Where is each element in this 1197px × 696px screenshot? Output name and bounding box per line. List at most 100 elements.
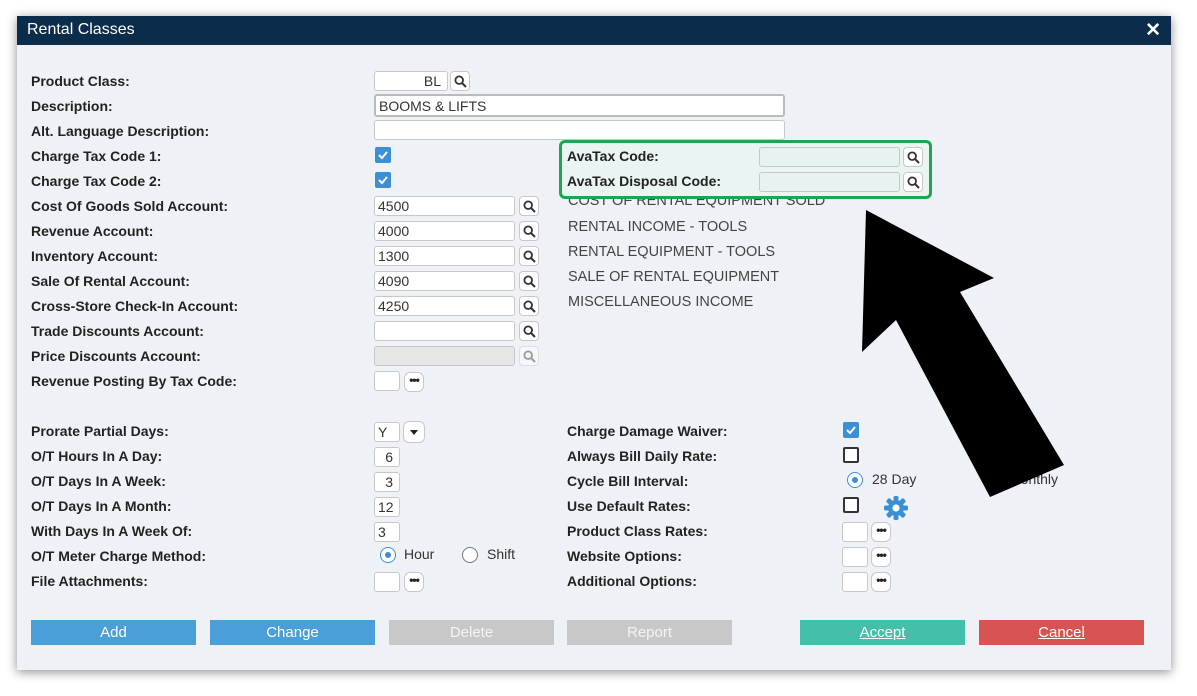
alt-language-description-input[interactable] bbox=[374, 120, 785, 140]
accept-button[interactable]: Accept bbox=[800, 620, 965, 645]
magnifier-icon bbox=[454, 75, 467, 88]
ellipsis-icon: ••• bbox=[876, 548, 887, 562]
magnifier-icon bbox=[523, 300, 536, 313]
product-class-rates-input[interactable] bbox=[842, 522, 868, 542]
label-ot-meter-charge-method: O/T Meter Charge Method: bbox=[31, 548, 207, 564]
label-avatax-disposal-code: AvaTax Disposal Code: bbox=[567, 173, 722, 189]
cycle-monthly-radio[interactable] bbox=[987, 472, 1003, 488]
charge-tax-code-2-checkbox[interactable] bbox=[375, 172, 391, 188]
product-class-input[interactable]: BL bbox=[374, 71, 448, 91]
price-discounts-account-input bbox=[374, 346, 515, 366]
prorate-partial-days-input[interactable]: Y bbox=[374, 422, 400, 442]
label-product-class-rates: Product Class Rates: bbox=[567, 523, 708, 539]
label-sale-of-rental-account: Sale Of Rental Account: bbox=[31, 273, 190, 289]
title-bar: Rental Classes ✕ bbox=[17, 16, 1171, 45]
label-use-default-rates: Use Default Rates: bbox=[567, 498, 691, 514]
magnifier-icon bbox=[523, 275, 536, 288]
meter-hour-radio[interactable] bbox=[380, 547, 396, 563]
always-bill-daily-rate-checkbox[interactable] bbox=[843, 447, 859, 463]
label-website-options: Website Options: bbox=[567, 548, 682, 564]
ot-days-in-a-week-input[interactable]: 3 bbox=[374, 472, 400, 492]
charge-damage-waiver-checkbox[interactable] bbox=[843, 422, 859, 438]
label-alt-language-description: Alt. Language Description: bbox=[31, 123, 210, 139]
label-revenue-account: Revenue Account: bbox=[31, 223, 154, 239]
label-avatax-code: AvaTax Code: bbox=[567, 148, 659, 164]
website-options-input[interactable] bbox=[842, 547, 868, 567]
avatax-code-search-button[interactable] bbox=[903, 147, 923, 167]
sale-of-rental-account-search-button[interactable] bbox=[519, 271, 539, 291]
revenue-account-name: RENTAL INCOME - TOOLS bbox=[568, 219, 748, 235]
magnifier-icon bbox=[523, 200, 536, 213]
label-charge-damage-waiver: Charge Damage Waiver: bbox=[567, 423, 728, 439]
ellipsis-icon: ••• bbox=[409, 573, 420, 587]
label-product-class: Product Class: bbox=[31, 73, 130, 89]
avatax-disposal-code-search-button[interactable] bbox=[903, 172, 923, 192]
cancel-button[interactable]: Cancel bbox=[979, 620, 1144, 645]
sale-of-rental-account-name: SALE OF RENTAL EQUIPMENT bbox=[568, 269, 780, 285]
label-ot-hours-in-a-day: O/T Hours In A Day: bbox=[31, 448, 163, 464]
revenue-account-search-button[interactable] bbox=[519, 221, 539, 241]
cross-store-checkin-account-search-button[interactable] bbox=[519, 296, 539, 316]
checkmark-icon bbox=[378, 176, 388, 185]
prorate-partial-days-dropdown[interactable] bbox=[403, 421, 425, 443]
label-always-bill-daily-rate: Always Bill Daily Rate: bbox=[567, 448, 718, 464]
avatax-disposal-code-input[interactable] bbox=[759, 172, 900, 192]
description-input[interactable]: BOOMS & LIFTS bbox=[374, 94, 785, 117]
label-prorate-partial-days: Prorate Partial Days: bbox=[31, 423, 169, 439]
product-class-rates-more-button[interactable]: ••• bbox=[871, 522, 891, 542]
ellipsis-icon: ••• bbox=[409, 373, 420, 387]
magnifier-icon bbox=[523, 250, 536, 263]
magnifier-icon bbox=[523, 350, 536, 363]
additional-options-more-button[interactable]: ••• bbox=[871, 572, 891, 592]
magnifier-icon bbox=[523, 225, 536, 238]
label-revenue-posting-by-tax-code: Revenue Posting By Tax Code: bbox=[31, 373, 237, 389]
label-cogs-account: Cost Of Goods Sold Account: bbox=[31, 198, 229, 214]
close-icon[interactable]: ✕ bbox=[1145, 19, 1161, 42]
trade-discounts-account-search-button[interactable] bbox=[519, 321, 539, 341]
sale-of-rental-account-input[interactable]: 4090 bbox=[374, 271, 515, 291]
cycle-monthly-label: Monthly bbox=[1009, 471, 1059, 487]
inventory-account-name: RENTAL EQUIPMENT - TOOLS bbox=[568, 244, 776, 260]
with-days-in-a-week-of-input[interactable]: 3 bbox=[374, 522, 400, 542]
cycle-28-day-label: 28 Day bbox=[872, 471, 917, 487]
file-attachments-more-button[interactable]: ••• bbox=[404, 572, 424, 592]
add-button[interactable]: Add bbox=[31, 620, 196, 645]
cycle-28-day-radio[interactable] bbox=[847, 472, 863, 488]
report-button[interactable]: Report bbox=[567, 620, 732, 645]
product-class-search-button[interactable] bbox=[450, 71, 470, 91]
label-trade-discounts-account: Trade Discounts Account: bbox=[31, 323, 204, 339]
ot-days-in-a-month-input[interactable]: 12 bbox=[374, 497, 400, 517]
revenue-account-input[interactable]: 4000 bbox=[374, 221, 515, 241]
rental-classes-dialog: Rental Classes ✕ Product Class: Descript… bbox=[17, 16, 1171, 670]
label-charge-tax-code-2: Charge Tax Code 2: bbox=[31, 173, 162, 189]
file-attachments-input[interactable] bbox=[374, 572, 400, 592]
additional-options-input[interactable] bbox=[842, 572, 868, 592]
meter-shift-radio[interactable] bbox=[462, 547, 478, 563]
cogs-account-search-button[interactable] bbox=[519, 196, 539, 216]
magnifier-icon bbox=[523, 325, 536, 338]
inventory-account-search-button[interactable] bbox=[519, 246, 539, 266]
revenue-posting-more-button[interactable]: ••• bbox=[404, 372, 424, 392]
ellipsis-icon: ••• bbox=[876, 573, 887, 587]
avatax-code-input[interactable] bbox=[759, 147, 900, 167]
price-discounts-account-search-button bbox=[519, 346, 539, 366]
gear-icon[interactable] bbox=[882, 494, 910, 522]
label-ot-days-in-a-month: O/T Days In A Month: bbox=[31, 498, 172, 514]
inventory-account-input[interactable]: 1300 bbox=[374, 246, 515, 266]
label-ot-days-in-a-week: O/T Days In A Week: bbox=[31, 473, 166, 489]
checkmark-icon bbox=[846, 426, 856, 435]
use-default-rates-checkbox[interactable] bbox=[843, 497, 859, 513]
label-cross-store-checkin-account: Cross-Store Check-In Account: bbox=[31, 298, 239, 314]
trade-discounts-account-input[interactable] bbox=[374, 321, 515, 341]
change-button[interactable]: Change bbox=[210, 620, 375, 645]
ot-hours-in-a-day-input[interactable]: 6 bbox=[374, 447, 400, 467]
cogs-account-input[interactable]: 4500 bbox=[374, 196, 515, 216]
charge-tax-code-1-checkbox[interactable] bbox=[375, 147, 391, 163]
delete-button[interactable]: Delete bbox=[389, 620, 554, 645]
label-cycle-bill-interval: Cycle Bill Interval: bbox=[567, 473, 689, 489]
label-charge-tax-code-1: Charge Tax Code 1: bbox=[31, 148, 162, 164]
cross-store-checkin-account-input[interactable]: 4250 bbox=[374, 296, 515, 316]
revenue-posting-by-tax-code-input[interactable] bbox=[374, 371, 400, 391]
magnifier-icon bbox=[907, 151, 920, 164]
website-options-more-button[interactable]: ••• bbox=[871, 547, 891, 567]
